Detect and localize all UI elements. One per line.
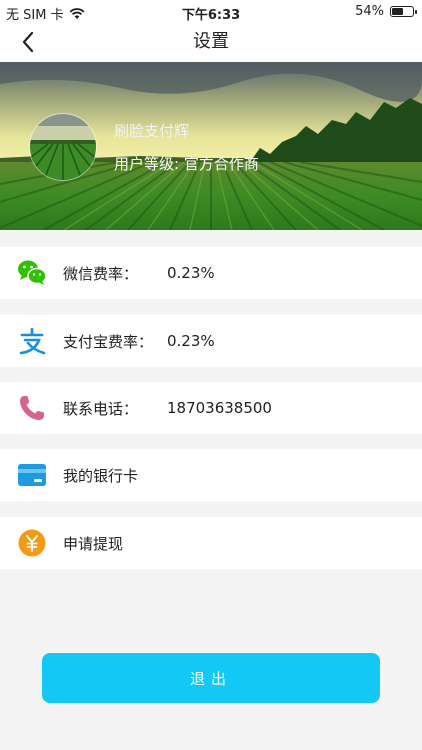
user-name: 刷脸支付辉 — [114, 122, 190, 140]
status-right: 54% — [355, 4, 417, 19]
logout-button[interactable]: 退出 — [42, 653, 380, 703]
withdraw-row[interactable]: 申请提现 — [0, 517, 422, 569]
battery-level — [392, 8, 403, 15]
nav-bar: 设置 — [0, 24, 422, 62]
alipay-rate-row: 支付宝费率： 0.23% — [0, 315, 422, 367]
phone-row[interactable]: 联系电话： 18703638500 — [0, 382, 422, 434]
wechat-rate-label: 微信费率： — [63, 264, 139, 283]
wechat-icon — [17, 258, 47, 288]
battery-icon — [390, 6, 417, 17]
status-bar: 无 SIM 卡 下午6:33 54% — [0, 0, 422, 24]
battery-percent: 54% — [355, 4, 384, 19]
alipay-rate-label: 支付宝费率： — [63, 332, 154, 351]
bank-card-icon — [17, 460, 47, 490]
avatar-image — [30, 114, 96, 180]
yuan-coin-icon — [17, 528, 47, 558]
withdraw-label: 申请提现 — [63, 534, 124, 553]
page-title: 设置 — [193, 31, 229, 52]
user-level: 用户等级: 官方合作商 — [114, 155, 259, 173]
profile-banner: 刷脸支付辉 用户等级: 官方合作商 — [0, 62, 422, 230]
bank-card-label: 我的银行卡 — [63, 466, 139, 485]
phone-icon — [17, 393, 47, 423]
alipay-rate-value: 0.23% — [167, 332, 215, 350]
bank-card-row[interactable]: 我的银行卡 — [0, 449, 422, 501]
wechat-rate-row: 微信费率： 0.23% — [0, 247, 422, 299]
phone-label: 联系电话： — [63, 399, 139, 418]
phone-value: 18703638500 — [167, 399, 272, 417]
alipay-icon — [17, 326, 47, 356]
wechat-rate-value: 0.23% — [167, 264, 215, 282]
avatar[interactable] — [29, 113, 97, 181]
